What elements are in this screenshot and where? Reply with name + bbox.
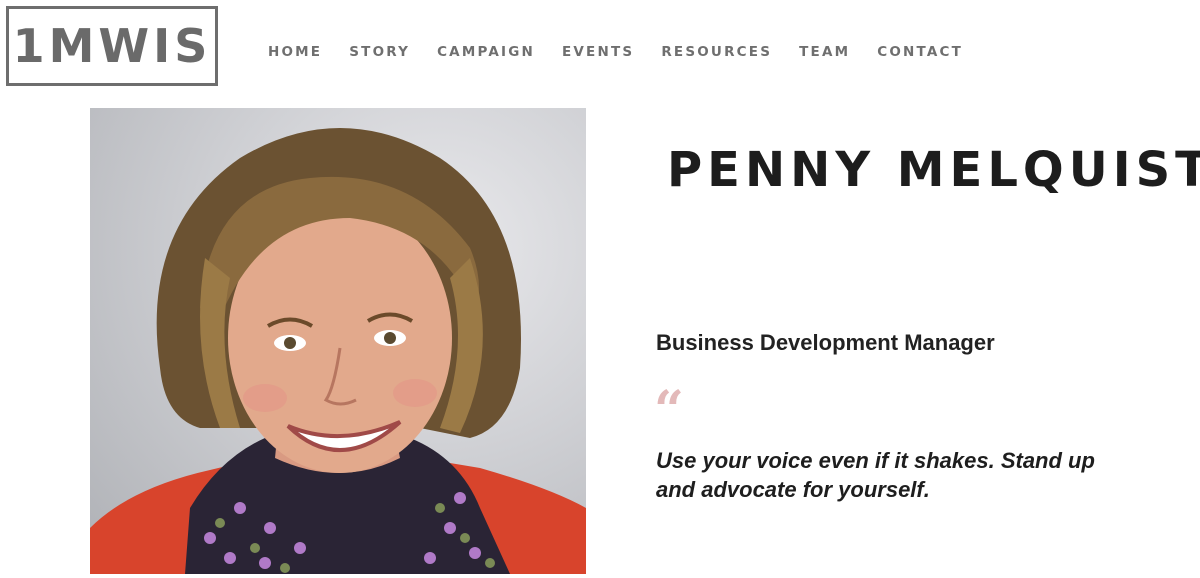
site-logo[interactable]: 1MWIS [6, 6, 218, 86]
main-nav: HOME STORY CAMPAIGN EVENTS RESOURCES TEA… [268, 44, 990, 60]
portrait-illustration [90, 128, 586, 574]
nav-item-story[interactable]: STORY [349, 44, 410, 60]
nav-item-resources[interactable]: RESOURCES [661, 44, 772, 60]
nav-item-contact[interactable]: CONTACT [877, 44, 963, 60]
nav-item-home[interactable]: HOME [268, 44, 322, 60]
profile-name: PENNY MELQUIST [667, 142, 1200, 198]
profile-page: 1MWIS HOME STORY CAMPAIGN EVENTS RESOURC… [0, 0, 1200, 578]
nav-item-events[interactable]: EVENTS [562, 44, 634, 60]
quote-mark-icon: “ [654, 380, 684, 441]
profile-role: Business Development Manager [656, 330, 995, 355]
profile-photo [90, 108, 586, 574]
nav-item-campaign[interactable]: CAMPAIGN [437, 44, 535, 60]
nav-item-team[interactable]: TEAM [799, 44, 850, 60]
profile-quote: Use your voice even if it shakes. Stand … [656, 448, 1095, 502]
